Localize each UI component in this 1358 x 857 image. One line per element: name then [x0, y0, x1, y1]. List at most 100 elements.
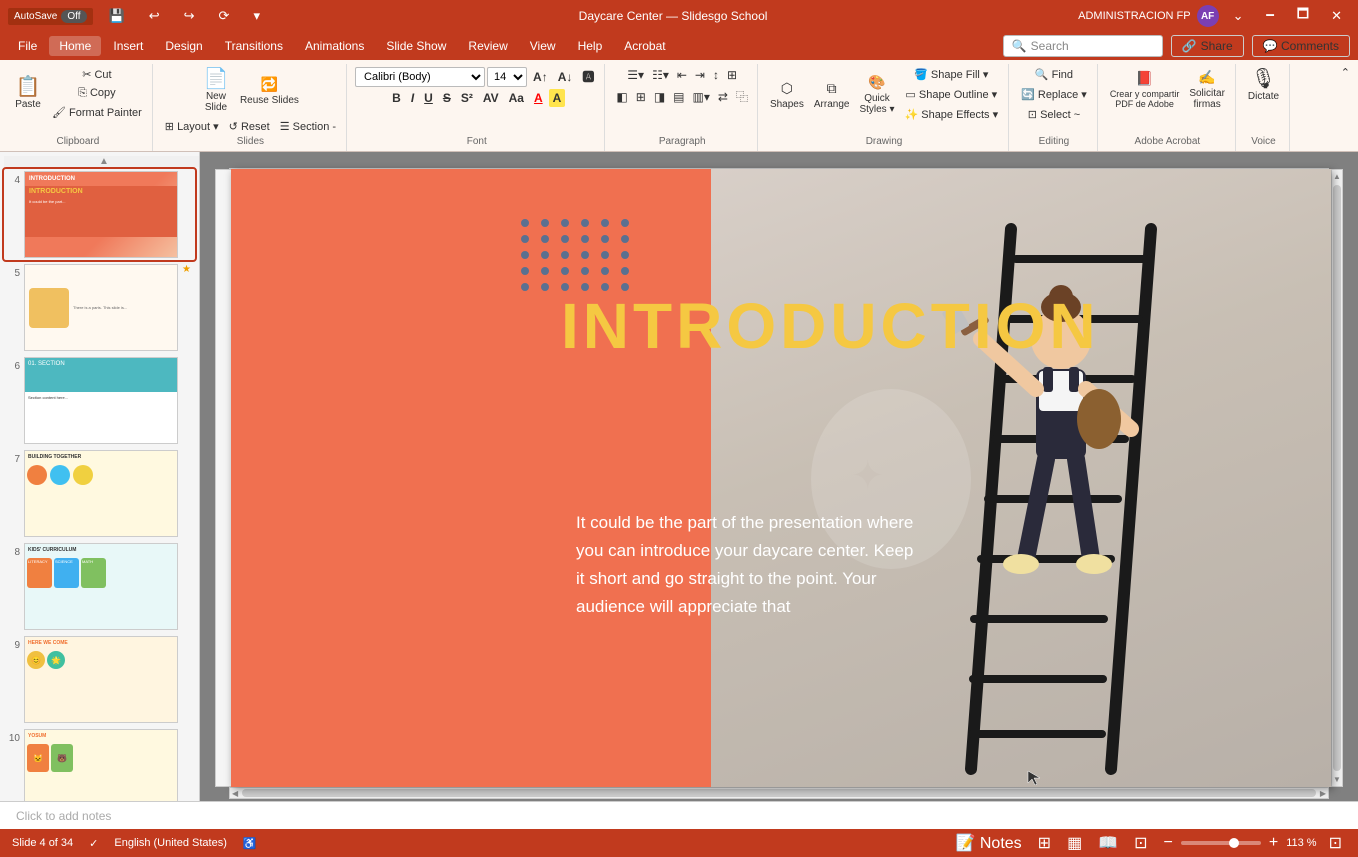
- section-button[interactable]: ☰ Section -: [276, 118, 340, 135]
- vertical-scrollbar[interactable]: ▲ ▼: [1331, 169, 1343, 787]
- autosave-badge[interactable]: AutoSave Off: [8, 8, 93, 25]
- slide-body-text[interactable]: It could be the part of the presentation…: [576, 509, 926, 621]
- highlight-button[interactable]: A: [549, 89, 566, 107]
- slide-thumb-6[interactable]: 6 01. SECTION Section content here...: [4, 355, 195, 446]
- justify-button[interactable]: ▤: [670, 88, 687, 106]
- slide-intro-title[interactable]: INTRODUCTION: [561, 289, 1100, 363]
- normal-view-button[interactable]: ⊞: [1034, 831, 1055, 855]
- menu-acrobat[interactable]: Acrobat: [614, 36, 675, 56]
- slide-sorter-button[interactable]: ▦: [1063, 831, 1086, 855]
- menu-review[interactable]: Review: [458, 36, 517, 56]
- shapes-button[interactable]: ⬡ Shapes: [766, 77, 808, 113]
- find-button[interactable]: 🔍 Find: [1017, 66, 1091, 83]
- increase-font-btn[interactable]: A↑: [529, 68, 552, 86]
- replace-button[interactable]: 🔄 Replace ▾: [1017, 86, 1091, 103]
- search-box[interactable]: 🔍 Search: [1003, 35, 1163, 57]
- shape-outline-button[interactable]: ▭ Shape Outline ▾: [900, 86, 1002, 103]
- shadow-button[interactable]: S²: [457, 89, 477, 107]
- line-spacing-button[interactable]: ↕: [710, 66, 722, 84]
- text-dir-button[interactable]: ⇄: [715, 88, 731, 106]
- menu-view[interactable]: View: [520, 36, 566, 56]
- slide-thumb-7[interactable]: 7 BUILDING TOGETHER: [4, 448, 195, 539]
- paste-button[interactable]: 📋 Paste: [10, 74, 46, 113]
- scroll-right[interactable]: ▶: [1318, 789, 1328, 798]
- align-right-button[interactable]: ◨: [651, 88, 668, 106]
- select-button[interactable]: ⊡ Select ~: [1017, 106, 1091, 123]
- change-case-button[interactable]: Aa: [505, 89, 528, 107]
- slide-thumb-5[interactable]: 5 There is a parts. This slide is... ★: [4, 262, 195, 353]
- scroll-down[interactable]: ▼: [1333, 773, 1341, 786]
- shape-fill-button[interactable]: 🪣 Shape Fill ▾: [900, 66, 1002, 83]
- autosave-state[interactable]: Off: [61, 10, 86, 23]
- zoom-slider[interactable]: [1181, 841, 1261, 845]
- menu-insert[interactable]: Insert: [103, 36, 153, 56]
- shape-effects-button[interactable]: ✨ Shape Effects ▾: [900, 106, 1002, 123]
- maximize-button[interactable]: 🗖: [1289, 3, 1317, 29]
- create-share-pdf-button[interactable]: 📕 Crear y compartirPDF de Adobe: [1106, 67, 1184, 112]
- quick-styles-button[interactable]: 🎨 QuickStyles ▾: [855, 71, 898, 118]
- strikethrough-button[interactable]: S: [439, 89, 455, 107]
- replay-button[interactable]: ⟳: [211, 6, 238, 26]
- cut-button[interactable]: ✂ Cut: [48, 66, 146, 83]
- numbered-button[interactable]: ☷▾: [649, 66, 672, 84]
- scroll-up-arrow[interactable]: ▲: [4, 156, 200, 167]
- char-spacing-button[interactable]: AV: [479, 89, 503, 107]
- minimize-button[interactable]: 🗕: [1258, 3, 1283, 29]
- fit-slide-button[interactable]: ⊡: [1325, 831, 1346, 855]
- close-button[interactable]: ✕: [1323, 6, 1350, 26]
- arrange-button[interactable]: ⧉ Arrange: [810, 77, 854, 113]
- horizontal-scrollbar[interactable]: ◀ ▶: [229, 787, 1329, 799]
- clear-format-btn[interactable]: 🅰: [578, 66, 598, 87]
- menu-animations[interactable]: Animations: [295, 36, 374, 56]
- decrease-font-btn[interactable]: A↓: [554, 68, 577, 86]
- font-size-select[interactable]: 14: [487, 67, 527, 87]
- add-remove-col-button[interactable]: ⊞: [724, 66, 740, 84]
- zoom-minus-button[interactable]: −: [1160, 832, 1177, 854]
- zoom-plus-button[interactable]: +: [1265, 832, 1282, 854]
- layout-button[interactable]: ⊞ Layout ▾: [161, 118, 223, 135]
- menu-design[interactable]: Design: [155, 36, 212, 56]
- notes-bar[interactable]: Click to add notes: [0, 801, 1358, 829]
- user-avatar[interactable]: AF: [1197, 5, 1219, 27]
- request-signatures-button[interactable]: ✍ Solicitarfirmas: [1185, 66, 1229, 113]
- reset-button[interactable]: ↺ Reset: [225, 118, 274, 135]
- collapse-ribbon-button[interactable]: ⌃: [1337, 64, 1354, 81]
- menu-file[interactable]: File: [8, 36, 47, 56]
- slide-thumb-4[interactable]: 4 INTRODUCTION INTRODUCTION It could be …: [4, 169, 195, 260]
- align-center-button[interactable]: ⊞: [633, 88, 649, 106]
- menu-help[interactable]: Help: [568, 36, 613, 56]
- save-button[interactable]: 💾: [101, 6, 133, 26]
- font-name-select[interactable]: Calibri (Body): [355, 67, 485, 87]
- reuse-slides-button[interactable]: 🔁 Reuse Slides: [236, 73, 303, 109]
- font-color-button[interactable]: A: [530, 89, 547, 107]
- increase-indent-button[interactable]: ⇥: [692, 66, 708, 84]
- scroll-up[interactable]: ▲: [1333, 170, 1341, 183]
- align-left-button[interactable]: ◧: [613, 88, 630, 106]
- share-button[interactable]: 🔗 Share: [1171, 35, 1244, 57]
- slide-thumb-10[interactable]: 10 YOSUM 🐱 🐻: [4, 727, 195, 801]
- italic-button[interactable]: I: [407, 89, 418, 107]
- columns-button[interactable]: ▥▾: [690, 88, 713, 106]
- bullets-button[interactable]: ☰▾: [624, 66, 647, 84]
- bold-button[interactable]: B: [388, 89, 405, 107]
- slide-thumb-9[interactable]: 9 HERE WE COME 😊 🌟: [4, 634, 195, 725]
- slide-canvas[interactable]: ✦ INTRODUCTION It could be the part of t: [231, 169, 1331, 787]
- scroll-left[interactable]: ◀: [230, 789, 240, 798]
- decrease-indent-button[interactable]: ⇤: [674, 66, 690, 84]
- customize-button[interactable]: ▾: [245, 6, 268, 26]
- notes-toggle-button[interactable]: 📝 Notes: [952, 831, 1026, 855]
- presenter-view-button[interactable]: ⊡: [1130, 831, 1151, 855]
- underline-button[interactable]: U: [420, 89, 437, 107]
- menu-home[interactable]: Home: [49, 36, 101, 56]
- redo-button[interactable]: ↪: [176, 6, 203, 26]
- comments-button[interactable]: 💬 Comments: [1252, 35, 1350, 57]
- undo-button[interactable]: ↩: [141, 6, 168, 26]
- format-painter-button[interactable]: 🖌 Format Painter: [48, 104, 146, 121]
- slide-thumb-8[interactable]: 8 KIDS' CURRICULUM LITERACY SCIENCE MATH: [4, 541, 195, 632]
- new-slide-button[interactable]: 📄 NewSlide: [198, 66, 234, 116]
- dictate-button[interactable]: 🎙 Dictate: [1244, 66, 1283, 105]
- menu-slideshow[interactable]: Slide Show: [376, 36, 456, 56]
- reading-view-button[interactable]: 📖: [1094, 831, 1122, 855]
- menu-transitions[interactable]: Transitions: [215, 36, 293, 56]
- smart-art-button[interactable]: ⿻: [733, 86, 751, 107]
